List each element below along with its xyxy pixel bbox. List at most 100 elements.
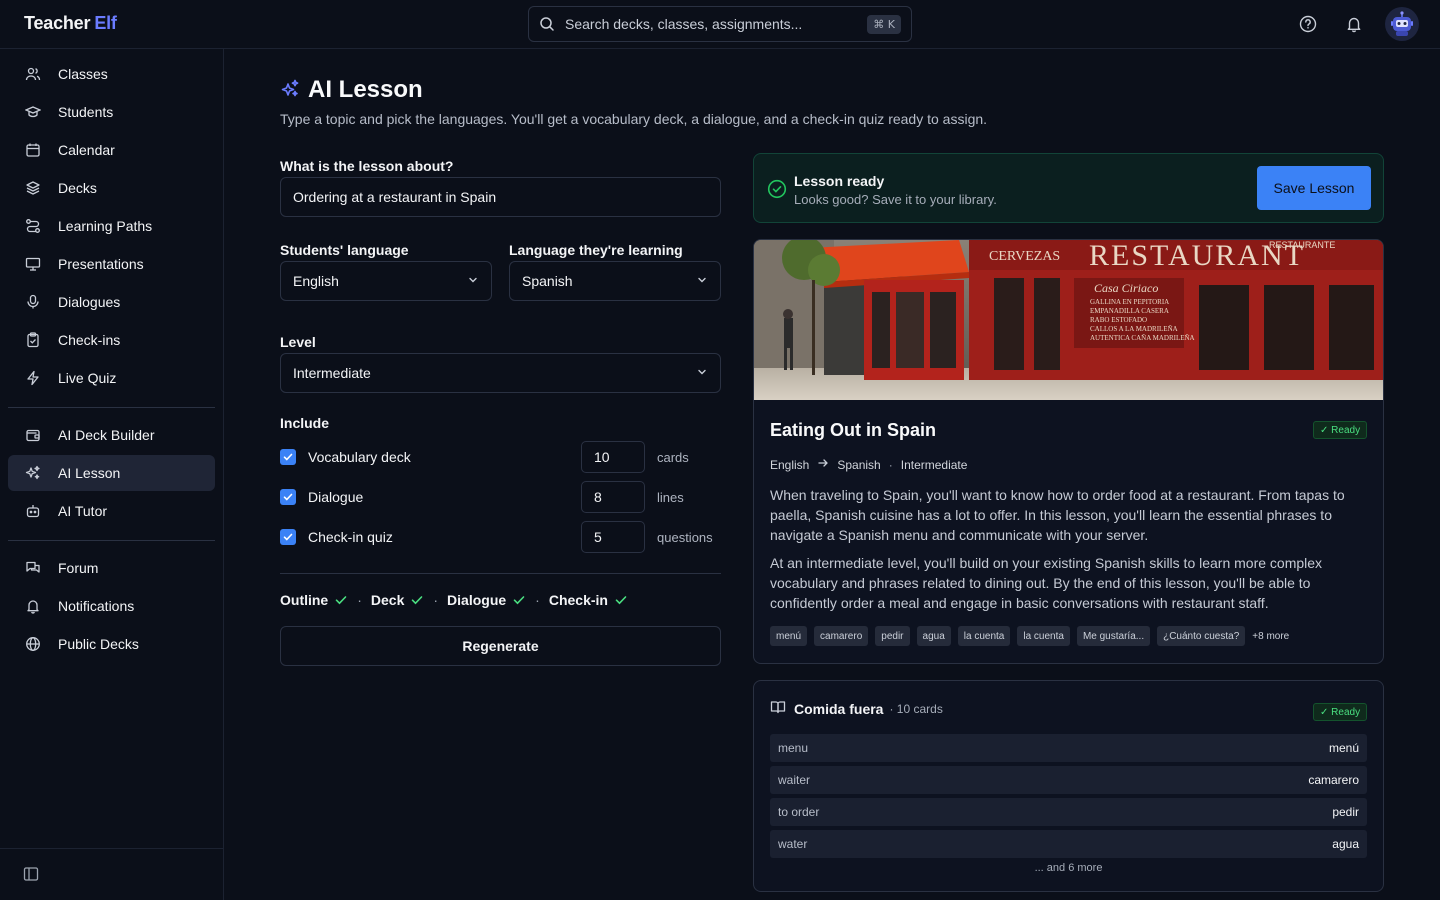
- avatar[interactable]: [1385, 7, 1419, 41]
- quiz-checkbox[interactable]: [280, 529, 296, 545]
- vocab-spanish: pedir: [1332, 805, 1359, 819]
- save-lesson-button[interactable]: Save Lesson: [1257, 166, 1371, 210]
- sidebar-toggle-icon[interactable]: [23, 866, 41, 884]
- sidebar-item-label: Calendar: [58, 142, 115, 158]
- sidebar-item-forum[interactable]: Forum: [8, 550, 215, 586]
- lesson-ready-banner: Lesson ready Looks good? Save it to your…: [753, 153, 1384, 223]
- vocab-row: water agua: [770, 830, 1367, 858]
- clipboard-check-icon: [24, 331, 42, 349]
- search-input[interactable]: Search decks, classes, assignments...: [565, 16, 867, 32]
- sidebar-item-label: Public Decks: [58, 636, 139, 652]
- svg-text:GALLINA EN PEPITORIA: GALLINA EN PEPITORIA: [1090, 298, 1169, 306]
- sidebar-item-calendar[interactable]: Calendar: [8, 132, 215, 168]
- sidebar-item-ai-tutor[interactable]: AI Tutor: [8, 493, 215, 529]
- sidebar-item-label: AI Lesson: [58, 465, 121, 481]
- dialogue-unit: lines: [657, 489, 684, 505]
- regenerate-button[interactable]: Regenerate: [280, 626, 721, 666]
- lesson-title: Eating Out in Spain: [770, 420, 936, 440]
- vocab-tag: la cuenta: [1017, 626, 1070, 646]
- vocab-row: menu menú: [770, 734, 1367, 762]
- target-language-value: Spanish: [522, 273, 573, 289]
- sidebar-item-students[interactable]: Students: [8, 94, 215, 130]
- vocab-tags: menú camarero pedir agua la cuenta la cu…: [770, 626, 1289, 646]
- vocab-english: waiter: [778, 773, 811, 787]
- vocabulary-checkbox[interactable]: [280, 449, 296, 465]
- svg-text:CERVEZAS: CERVEZAS: [989, 249, 1060, 264]
- vocabulary-count-input[interactable]: 10: [581, 441, 645, 473]
- page-subtitle: Type a topic and pick the languages. You…: [280, 111, 988, 127]
- step-check-in: Check-in: [548, 592, 608, 608]
- sidebar-item-label: Learning Paths: [58, 218, 153, 234]
- sidebar-item-ai-lesson[interactable]: AI Lesson: [8, 455, 215, 491]
- sidebar-item-dialogues[interactable]: Dialogues: [8, 284, 215, 320]
- target-language-select[interactable]: Spanish: [509, 261, 721, 301]
- dialogue-checkbox[interactable]: [280, 489, 296, 505]
- sidebar-item-public-decks[interactable]: Public Decks: [8, 626, 215, 662]
- microphone-icon: [24, 293, 42, 311]
- sidebar-item-decks[interactable]: Decks: [8, 170, 215, 206]
- lesson-card: RESTAURANT CERVEZAS RESTAURANTE Casa Cir…: [753, 239, 1384, 664]
- dialogue-count-input[interactable]: 8: [581, 481, 645, 513]
- check-circle-icon: [767, 179, 787, 202]
- step-separator: ·: [535, 592, 540, 608]
- bell-icon: [24, 597, 42, 615]
- sidebar-item-live-quiz[interactable]: Live Quiz: [8, 360, 215, 396]
- svg-text:AUTENTICA CAÑA MADRILEÑA: AUTENTICA CAÑA MADRILEÑA: [1090, 334, 1195, 342]
- generation-steps: Outline · Deck · Dialogue · Check-in: [280, 592, 628, 608]
- check-icon: [512, 593, 526, 607]
- chevron-down-icon: [696, 273, 708, 289]
- status-badge: ✓ Ready: [1313, 703, 1368, 721]
- svg-text:RESTAURANTE: RESTAURANTE: [1269, 240, 1335, 250]
- app-name-accent: Elf: [94, 13, 117, 33]
- sidebar-item-presentations[interactable]: Presentations: [8, 246, 215, 282]
- restaurant-photo: RESTAURANT CERVEZAS RESTAURANTE Casa Cir…: [754, 240, 1383, 400]
- level-select[interactable]: Intermediate: [280, 353, 721, 393]
- deck-count: · 10 cards: [889, 701, 943, 716]
- status-badge: ✓ Ready: [1313, 421, 1368, 439]
- target-language-label: Language they're learning: [509, 242, 683, 258]
- book-icon: [770, 699, 786, 718]
- bot-icon: [24, 502, 42, 520]
- check-icon: [410, 593, 424, 607]
- arrow-right-icon: [817, 457, 829, 472]
- search-bar[interactable]: Search decks, classes, assignments... ⌘ …: [528, 6, 912, 42]
- more-tags[interactable]: +8 more: [1252, 631, 1289, 642]
- more-cards: ... and 6 more: [1034, 862, 1103, 874]
- vocab-spanish: menú: [1328, 741, 1359, 755]
- sidebar-item-label: AI Tutor: [58, 503, 108, 519]
- topic-input[interactable]: Ordering at a restaurant in Spain: [280, 177, 721, 217]
- from-language: English: [770, 457, 810, 472]
- sidebar-item-learning-paths[interactable]: Learning Paths: [8, 208, 215, 244]
- level-label: Level: [280, 334, 316, 350]
- sidebar-item-notifications[interactable]: Notifications: [8, 588, 215, 624]
- page-title: AI Lesson: [308, 76, 423, 103]
- svg-text:CALLOS A LA MADRILEÑA: CALLOS A LA MADRILEÑA: [1090, 325, 1178, 333]
- lesson-meta: English Spanish · Intermediate: [770, 457, 967, 472]
- sidebar-item-label: Students: [58, 104, 114, 120]
- include-label: Include: [280, 415, 330, 431]
- sidebar-item-check-ins[interactable]: Check-ins: [8, 322, 215, 358]
- sidebar-item-label: Notifications: [58, 598, 135, 614]
- sidebar-item-label: Decks: [58, 180, 97, 196]
- bell-icon[interactable]: [1344, 14, 1364, 34]
- vocab-english: to order: [778, 805, 820, 819]
- students-language-select[interactable]: English: [280, 261, 492, 301]
- sidebar-item-ai-deck-builder[interactable]: AI Deck Builder: [8, 417, 215, 453]
- presentation-icon: [24, 255, 42, 273]
- lesson-description: At an intermediate level, you'll build o…: [770, 555, 1323, 611]
- calendar-icon: [24, 141, 42, 159]
- vocab-spanish: agua: [1332, 837, 1359, 851]
- form-divider: [280, 573, 721, 574]
- sidebar-footer-divider: [0, 848, 223, 849]
- topic-label: What is the lesson about?: [280, 158, 454, 174]
- wallet-icon: [24, 426, 42, 444]
- sidebar-item-label: Check-ins: [58, 332, 121, 348]
- vocab-english: water: [778, 837, 808, 851]
- sidebar-item-classes[interactable]: Classes: [8, 56, 215, 92]
- vocab-tag: camarero: [814, 626, 869, 646]
- help-icon[interactable]: [1298, 14, 1318, 34]
- app-logo[interactable]: Teacher Elf: [24, 13, 117, 34]
- quiz-count-input[interactable]: 5: [581, 521, 645, 553]
- sidebar-divider: [8, 540, 215, 541]
- sidebar-item-label: AI Deck Builder: [58, 427, 155, 443]
